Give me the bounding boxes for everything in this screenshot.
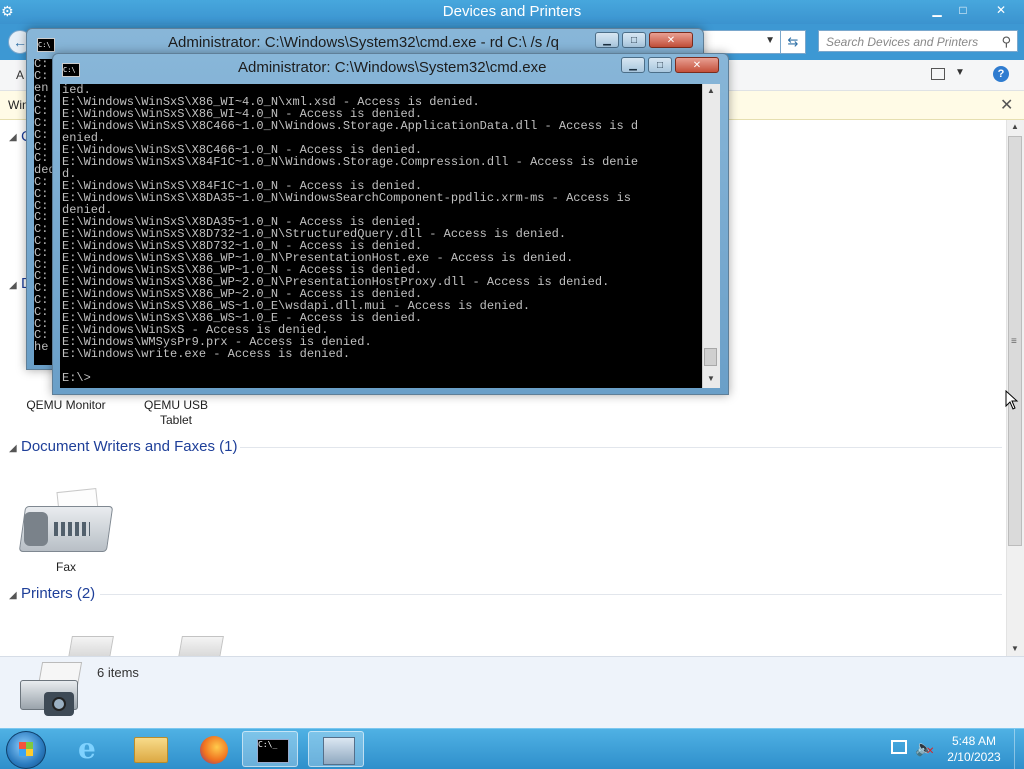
details-pane: 6 items xyxy=(0,656,1024,729)
refresh-icon[interactable]: ⇆ xyxy=(780,30,806,54)
printer-icon[interactable] xyxy=(68,636,114,658)
windows-start-icon[interactable] xyxy=(6,731,46,769)
command-prompt-icon[interactable]: C:\ xyxy=(37,38,55,52)
scroll-up-icon[interactable]: ▲ xyxy=(1011,122,1019,131)
system-clock[interactable]: 5:48 AM 2/10/2023 xyxy=(944,733,1004,765)
collapse-chevron-icon[interactable]: ◢ xyxy=(9,443,17,454)
scroll-down-icon[interactable]: ▼ xyxy=(707,374,715,383)
chevron-down-icon[interactable]: ▼ xyxy=(765,35,775,46)
maximize-button[interactable]: □ xyxy=(648,57,672,73)
console-output[interactable]: ied. E:\Windows\WinSxS\X86_WI~4.0_N\xml.… xyxy=(60,84,702,388)
command-prompt-icon[interactable]: C:\_ xyxy=(242,731,298,767)
item-count: 6 items xyxy=(97,665,139,680)
section-divider xyxy=(240,447,1002,448)
clock-time: 5:48 AM xyxy=(951,734,997,748)
scrollbar-grip-icon: ≡ xyxy=(1011,336,1017,347)
scroll-up-icon[interactable]: ▲ xyxy=(707,86,715,95)
collapse-chevron-icon[interactable]: ◢ xyxy=(9,280,17,291)
section-heading-document-writers[interactable]: Document Writers and Faxes (1) xyxy=(21,438,237,455)
scrollbar-thumb[interactable] xyxy=(704,348,717,366)
taskbar: e C:\_ 🔈 ✕ 5:48 AM 2/10/2023 xyxy=(0,728,1024,769)
device-label: QEMU Monitor xyxy=(26,398,106,412)
scroll-down-icon[interactable]: ▼ xyxy=(1011,644,1019,653)
device-item[interactable]: Fax xyxy=(36,560,96,575)
device-label: QEMU USB Tablet xyxy=(143,398,208,427)
window-title: Administrator: C:\Windows\System32\cmd.e… xyxy=(238,59,547,76)
section-heading-printers[interactable]: Printers (2) xyxy=(21,585,95,602)
change-view-icon[interactable] xyxy=(931,68,945,80)
collapse-chevron-icon[interactable]: ◢ xyxy=(9,132,17,143)
help-icon[interactable]: ? xyxy=(993,66,1009,82)
file-explorer-icon[interactable] xyxy=(122,731,178,767)
printer-icon[interactable] xyxy=(178,636,224,658)
close-button[interactable]: ✕ xyxy=(675,57,719,73)
window-title: Administrator: C:\Windows\System32\cmd.e… xyxy=(168,34,559,51)
collapse-chevron-icon[interactable]: ◢ xyxy=(9,590,17,601)
network-icon[interactable] xyxy=(891,740,907,754)
maximize-button[interactable]: □ xyxy=(622,32,646,48)
internet-explorer-icon[interactable]: e xyxy=(66,731,122,767)
device-item[interactable]: QEMU Monitor xyxy=(20,398,112,413)
window-title: Devices and Printers xyxy=(442,3,582,20)
minimize-button[interactable]: ▁ xyxy=(621,57,645,73)
maximize-button[interactable]: □ xyxy=(952,0,974,20)
clock-date: 2/10/2023 xyxy=(947,750,1001,764)
firefox-icon[interactable] xyxy=(186,731,242,767)
close-button[interactable]: ✕ xyxy=(978,0,1024,20)
address-bar[interactable]: ▼ xyxy=(700,30,782,54)
device-label: Fax xyxy=(55,560,76,574)
search-icon[interactable]: ⚲ xyxy=(1001,31,1011,53)
cmd-window-front[interactable]: C:\ Administrator: C:\Windows\System32\c… xyxy=(52,53,729,395)
minimize-button[interactable]: ▁ xyxy=(595,32,619,48)
title-bar[interactable]: ⚙ Devices and Printers ▁ □ ✕ xyxy=(0,0,1024,24)
close-button[interactable]: ✕ xyxy=(649,32,693,48)
minimize-button[interactable]: ▁ xyxy=(926,0,948,20)
chevron-down-icon[interactable]: ▼ xyxy=(955,67,965,78)
show-desktop-button[interactable] xyxy=(1014,729,1024,769)
command-bar-item[interactable]: A xyxy=(16,68,24,82)
console-scrollbar[interactable] xyxy=(702,84,720,388)
close-icon[interactable]: ✕ xyxy=(1000,95,1013,115)
command-prompt-icon[interactable]: C:\ xyxy=(62,63,80,77)
search-input[interactable]: Search Devices and Printers ⚲ xyxy=(818,30,1018,52)
device-item[interactable]: QEMU USB Tablet xyxy=(136,398,216,428)
search-placeholder: Search Devices and Printers xyxy=(826,35,979,49)
mute-indicator-icon: ✕ xyxy=(926,746,935,757)
section-divider xyxy=(100,594,1002,595)
devices-and-printers-icon[interactable] xyxy=(308,731,364,767)
